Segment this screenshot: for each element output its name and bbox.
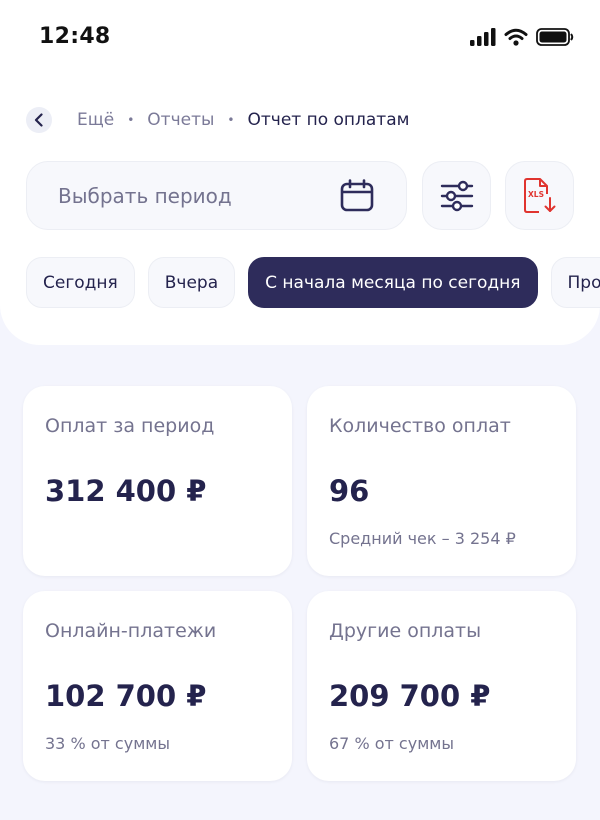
export-xls-button[interactable]: XLS	[505, 161, 574, 230]
breadcrumb-separator: •	[227, 113, 235, 127]
breadcrumb-item-reports[interactable]: Отчеты	[147, 110, 214, 130]
stat-card-online: Онлайн-платежи 102 700 ₽ 33 % от суммы	[23, 591, 292, 781]
period-placeholder: Выбрать период	[58, 183, 232, 208]
stat-subtitle: 67 % от суммы	[329, 734, 454, 753]
period-chips: Сегодня Вчера С начала месяца по сегодня…	[26, 257, 600, 308]
stat-title: Онлайн-платежи	[45, 620, 217, 642]
wifi-icon	[504, 28, 528, 46]
stat-card-count: Количество оплат 96 Средний чек – 3 254 …	[307, 386, 576, 576]
cellular-signal-icon	[470, 28, 496, 46]
stat-value: 102 700 ₽	[45, 679, 207, 713]
status-icons	[470, 26, 574, 48]
xls-download-icon: XLS	[523, 177, 555, 213]
xls-badge: XLS	[528, 190, 544, 199]
back-button[interactable]	[26, 107, 52, 133]
chip-month-to-date[interactable]: С начала месяца по сегодня	[248, 257, 538, 308]
breadcrumb-item-more[interactable]: Ещё	[77, 110, 114, 130]
breadcrumb: Ещё • Отчеты • Отчет по оплатам	[26, 105, 409, 135]
chevron-left-icon	[34, 113, 43, 127]
stat-subtitle: Средний чек – 3 254 ₽	[329, 529, 516, 548]
calendar-icon	[340, 179, 374, 212]
chip-yesterday[interactable]: Вчера	[147, 257, 236, 308]
stat-title: Количество оплат	[329, 415, 511, 437]
battery-icon	[536, 28, 574, 46]
stat-card-other: Другие оплаты 209 700 ₽ 67 % от суммы	[307, 591, 576, 781]
breadcrumb-separator: •	[127, 113, 135, 127]
stat-value: 312 400 ₽	[45, 474, 207, 508]
chip-custom[interactable]: Про	[550, 257, 600, 308]
stat-value: 209 700 ₽	[329, 679, 491, 713]
sliders-icon	[440, 180, 473, 211]
chip-today[interactable]: Сегодня	[26, 257, 135, 308]
stat-card-total: Оплат за период 312 400 ₽	[23, 386, 292, 576]
stat-title: Другие оплаты	[329, 620, 482, 642]
stat-value: 96	[329, 474, 370, 508]
filters-button[interactable]	[422, 161, 491, 230]
status-time: 12:48	[39, 24, 111, 49]
period-picker[interactable]: Выбрать период	[26, 161, 407, 230]
stat-title: Оплат за период	[45, 415, 215, 437]
stat-subtitle: 33 % от суммы	[45, 734, 170, 753]
breadcrumb-item-current: Отчет по оплатам	[247, 110, 410, 130]
